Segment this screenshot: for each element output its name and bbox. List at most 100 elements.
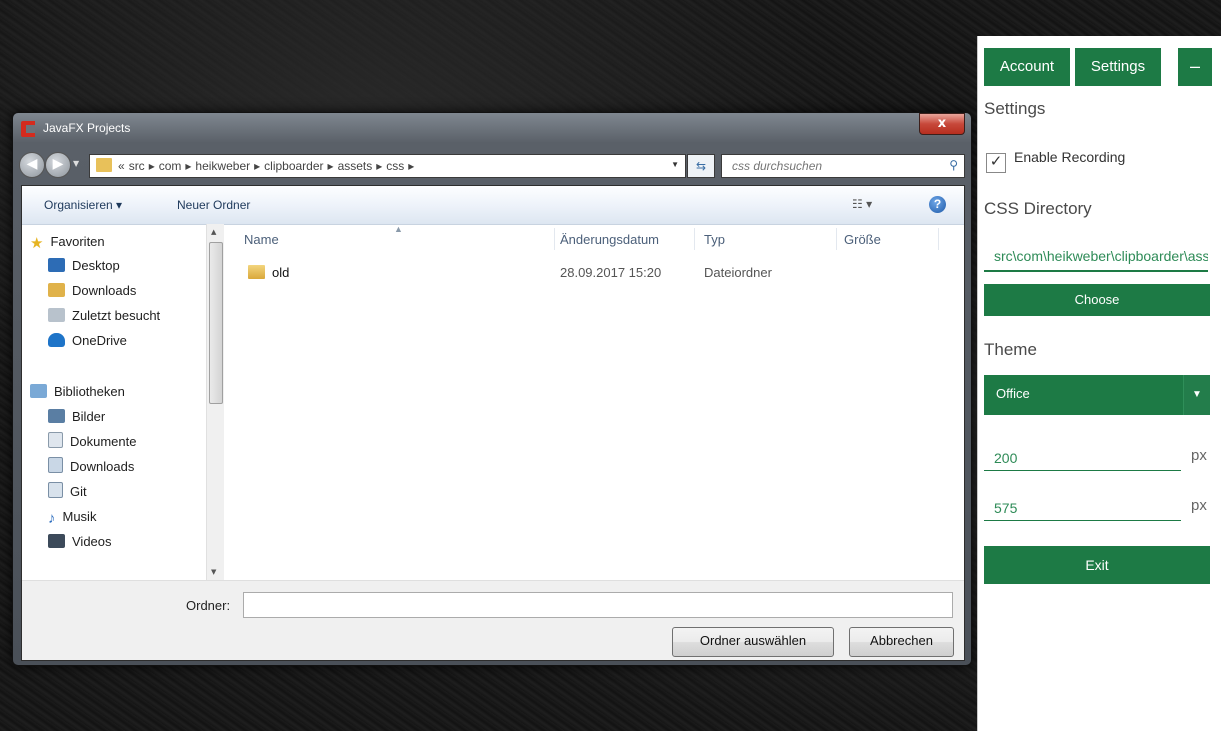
breadcrumb-clipboarder[interactable]: clipboarder: [264, 159, 323, 173]
width-unit: px: [1191, 447, 1207, 464]
nav-documents[interactable]: Dokumente: [48, 432, 136, 452]
css-directory-value: src\com\heikweber\clipboarder\assets\css: [994, 248, 1208, 264]
choose-button[interactable]: Choose: [984, 284, 1210, 316]
chevron-down-icon[interactable]: ▼: [671, 160, 679, 169]
settings-panel: Account Settings – Settings ✓ Enable Reco…: [977, 36, 1221, 731]
address-bar[interactable]: «src ▸ com ▸ heikweber ▸ clipboarder ▸ assets ▸ cs…: [89, 154, 686, 178]
breadcrumb-sep[interactable]: ▸: [254, 159, 260, 173]
file-type: Dateiordner: [704, 265, 772, 280]
nav-libraries[interactable]: Bibliotheken: [30, 382, 125, 402]
breadcrumb-assets[interactable]: assets: [338, 159, 373, 173]
column-header-type[interactable]: Typ: [704, 232, 725, 247]
nav-downloads[interactable]: Downloads: [48, 281, 136, 301]
theme-value: Office: [996, 386, 1030, 401]
enable-recording-checkbox[interactable]: ✓ Enable Recording: [986, 149, 1125, 173]
pictures-icon: [48, 409, 65, 423]
search-box[interactable]: ⚲: [721, 154, 965, 178]
theme-select[interactable]: Office ▼: [984, 375, 1210, 415]
column-header-name[interactable]: Name: [244, 232, 279, 247]
back-arrow-icon[interactable]: ◀: [19, 152, 45, 178]
command-bar: Organisieren ▾ Neuer Ordner ☷ ▾ ?: [22, 186, 964, 225]
search-icon[interactable]: ⚲: [949, 158, 958, 172]
breadcrumb-com[interactable]: com: [159, 159, 182, 173]
file-name: old: [272, 265, 290, 280]
dialog-footer: Ordner: Ordner auswählen Abbrechen: [22, 580, 964, 660]
sort-ascending-icon: ▲: [394, 224, 403, 234]
breadcrumb-sep[interactable]: ▸: [376, 159, 382, 173]
close-button[interactable]: x: [919, 113, 965, 135]
nav-onedrive[interactable]: OneDrive: [48, 331, 127, 351]
css-directory-field[interactable]: src\com\heikweber\clipboarder\assets\css: [984, 240, 1208, 272]
desktop-icon: [48, 258, 65, 272]
new-folder-button[interactable]: Neuer Ordner: [177, 198, 250, 212]
breadcrumb-heikweber[interactable]: heikweber: [195, 159, 250, 173]
scroll-thumb[interactable]: [209, 242, 223, 404]
film-icon: [48, 534, 65, 548]
scroll-up-icon[interactable]: ▲: [211, 228, 216, 236]
nav-music[interactable]: ♪ Musik: [48, 507, 96, 527]
scroll-down-icon[interactable]: ▼: [211, 568, 216, 576]
nav-pictures[interactable]: Bilder: [48, 407, 105, 427]
git-library-icon: [48, 482, 63, 498]
folder-icon: [248, 265, 265, 279]
width-value: 200: [994, 450, 1018, 466]
breadcrumb[interactable]: «src ▸ com ▸ heikweber ▸ clipboarder ▸ assets ▸ cs…: [118, 159, 418, 173]
cloud-icon: [48, 333, 65, 347]
select-folder-button[interactable]: Ordner auswählen: [672, 627, 834, 657]
settings-button[interactable]: Settings: [1075, 48, 1161, 86]
breadcrumb-sep[interactable]: ▸: [149, 159, 155, 173]
column-divider[interactable]: [836, 228, 837, 250]
dialog-titlebar[interactable]: JavaFX Projects x: [13, 113, 971, 143]
navigation-pane: ★ Favoriten Desktop Downloads Zuletzt bes…: [22, 224, 206, 580]
breadcrumb-css[interactable]: css: [386, 159, 404, 173]
folder-icon: [96, 158, 112, 172]
height-unit: px: [1191, 497, 1207, 514]
column-header-size[interactable]: Größe: [844, 232, 881, 247]
nav-scrollbar[interactable]: ▲ ▼: [206, 224, 224, 580]
breadcrumb-sep[interactable]: ▸: [185, 159, 191, 173]
forward-arrow-icon[interactable]: ▶: [45, 152, 71, 178]
recent-places-icon: [48, 308, 65, 322]
column-header-date[interactable]: Änderungsdatum: [560, 232, 659, 247]
folder-chooser-dialog: JavaFX Projects x ◀ ▶ ▼ «src ▸ com ▸ heikweb…: [12, 112, 972, 666]
nav-favorites[interactable]: ★ Favoriten: [30, 232, 105, 252]
libraries-icon: [30, 384, 47, 398]
nav-git[interactable]: Git: [48, 482, 87, 502]
chevron-down-icon[interactable]: ▼: [1183, 375, 1210, 415]
exit-button[interactable]: Exit: [984, 546, 1210, 584]
search-input[interactable]: [730, 158, 934, 174]
documents-icon: [48, 432, 63, 448]
address-row: ◀ ▶ ▼ «src ▸ com ▸ heikweber ▸ clipboarder ▸ ass…: [13, 149, 971, 179]
file-list: Name ▲ Änderungsdatum Typ Größe old 28.0…: [224, 224, 964, 580]
folder-label: Ordner:: [186, 598, 231, 613]
download-library-icon: [48, 457, 63, 473]
theme-heading: Theme: [984, 340, 1037, 359]
minimize-button[interactable]: –: [1178, 48, 1212, 86]
help-icon[interactable]: ?: [929, 196, 946, 213]
breadcrumb-src[interactable]: src: [129, 159, 145, 173]
column-divider[interactable]: [694, 228, 695, 250]
breadcrumb-overflow[interactable]: «: [118, 159, 125, 173]
view-options-icon[interactable]: ☷ ▾: [852, 197, 872, 211]
breadcrumb-sep[interactable]: ▸: [328, 159, 334, 173]
breadcrumb-sep[interactable]: ▸: [408, 159, 414, 173]
height-field[interactable]: 575: [984, 486, 1181, 521]
cancel-button[interactable]: Abbrechen: [849, 627, 954, 657]
column-divider[interactable]: [554, 228, 555, 250]
refresh-icon[interactable]: ⇆: [687, 154, 715, 178]
column-divider[interactable]: [938, 228, 939, 250]
nav-videos[interactable]: Videos: [48, 532, 112, 552]
nav-desktop[interactable]: Desktop: [48, 256, 120, 276]
css-directory-heading: CSS Directory: [984, 199, 1092, 218]
height-value: 575: [994, 500, 1018, 516]
recent-pages-dropdown-icon[interactable]: ▼: [73, 159, 79, 168]
checkmark-icon[interactable]: ✓: [986, 153, 1006, 173]
folder-input[interactable]: [243, 592, 953, 618]
nav-lib-downloads[interactable]: Downloads: [48, 457, 134, 477]
account-button[interactable]: Account: [984, 48, 1070, 86]
file-row[interactable]: old 28.09.2017 15:20 Dateiordner: [224, 262, 964, 284]
star-icon: ★: [30, 235, 44, 252]
organize-button[interactable]: Organisieren ▾: [44, 198, 122, 212]
width-field[interactable]: 200: [984, 436, 1181, 471]
nav-recent[interactable]: Zuletzt besucht: [48, 306, 160, 326]
